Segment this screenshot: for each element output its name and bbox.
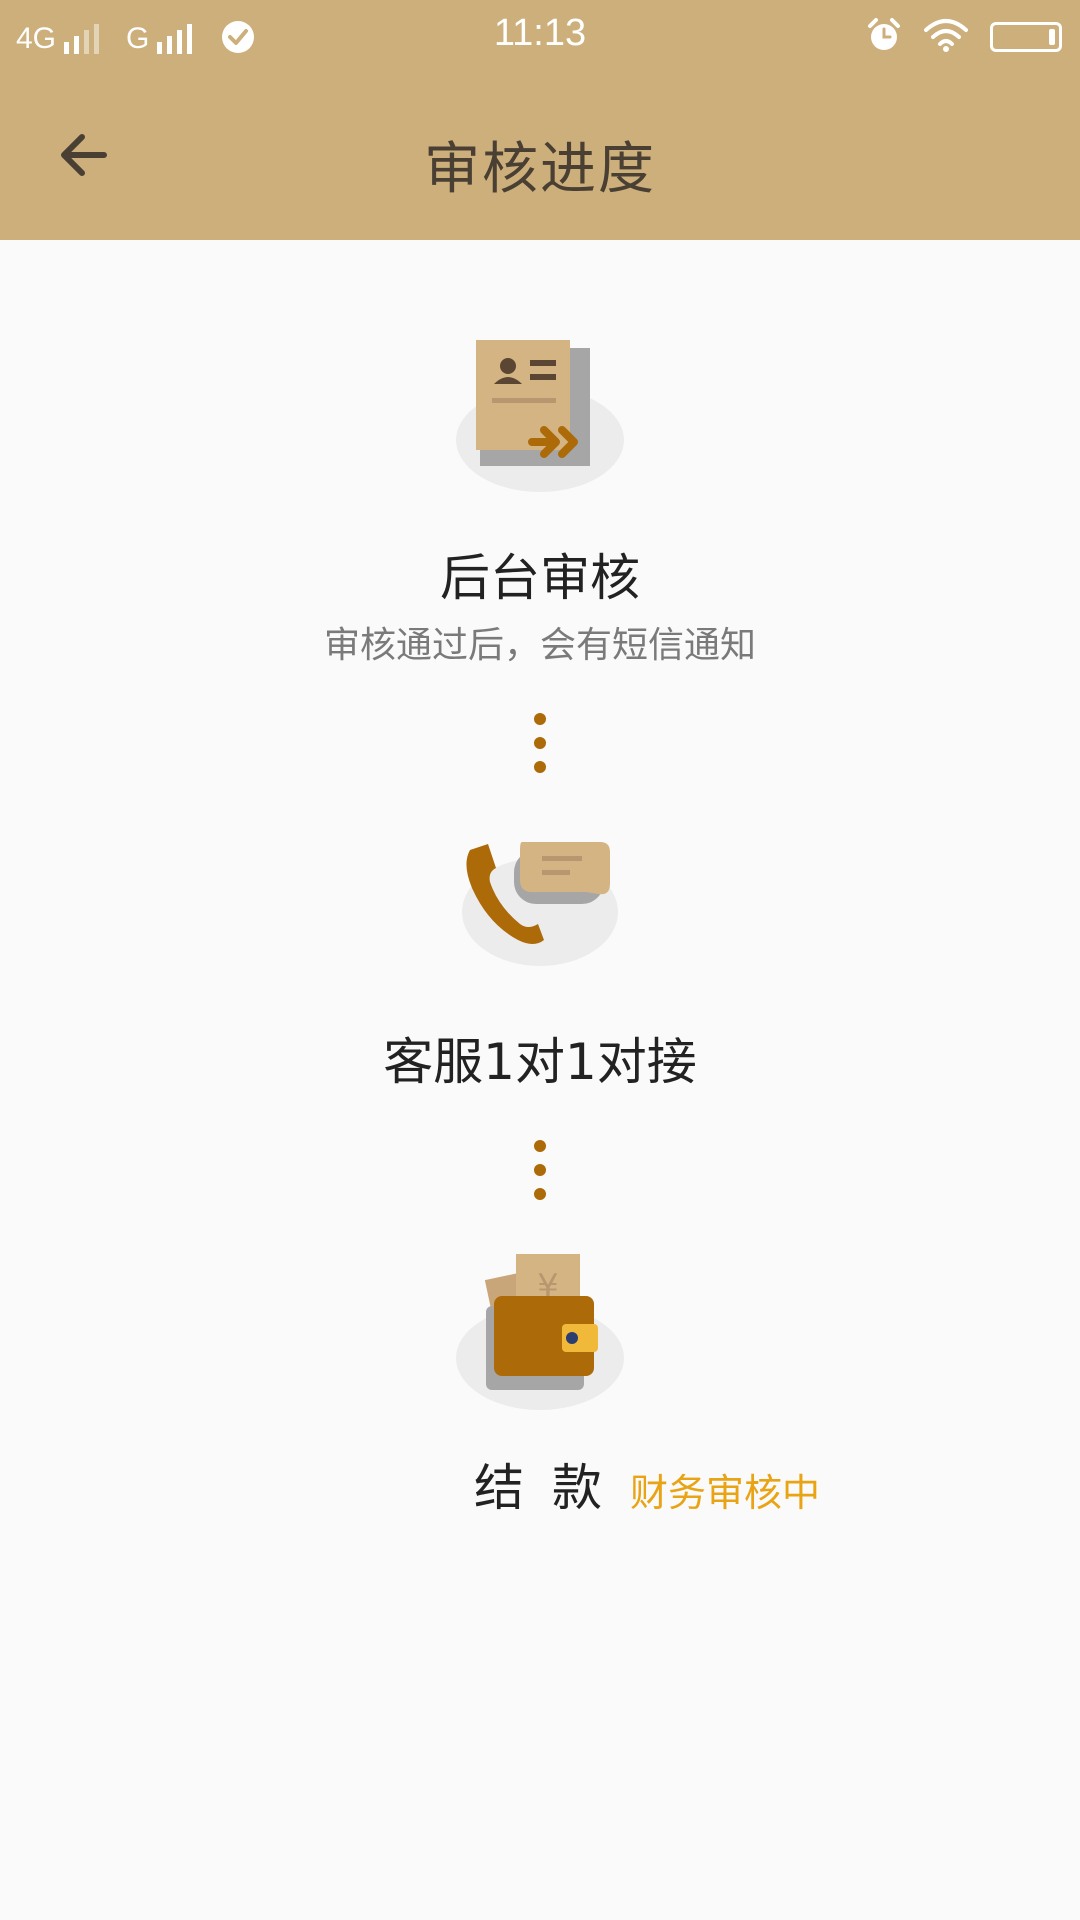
wifi-icon [924, 18, 968, 56]
phone-chat-icon [458, 832, 628, 976]
progress-dots [534, 713, 546, 785]
battery-icon [990, 22, 1062, 52]
document-transfer-icon [452, 330, 632, 504]
battery-body [990, 22, 1062, 52]
progress-dots [534, 1140, 546, 1212]
status-right [844, 14, 1062, 60]
status-badge: 财务审核中 [630, 1471, 821, 1515]
step-subtitle-review: 审核通过后，会有短信通知 [323, 625, 756, 666]
step-title-service: 客服1对1对接 [383, 1033, 697, 1091]
status-bar: 4G G 11:13 [0, 0, 1080, 78]
step-title-settlement: 结款 [474, 1459, 630, 1517]
settlement-row: 结款 财务审核中 [0, 1448, 1080, 1518]
app-header: 4G G 11:13 审核进度 [0, 0, 1080, 240]
alarm-icon [866, 17, 902, 57]
step-title-review: 后台审核 [440, 549, 640, 607]
page-title: 审核进度 [424, 137, 656, 202]
wallet-icon: ¥ [452, 1250, 632, 1414]
